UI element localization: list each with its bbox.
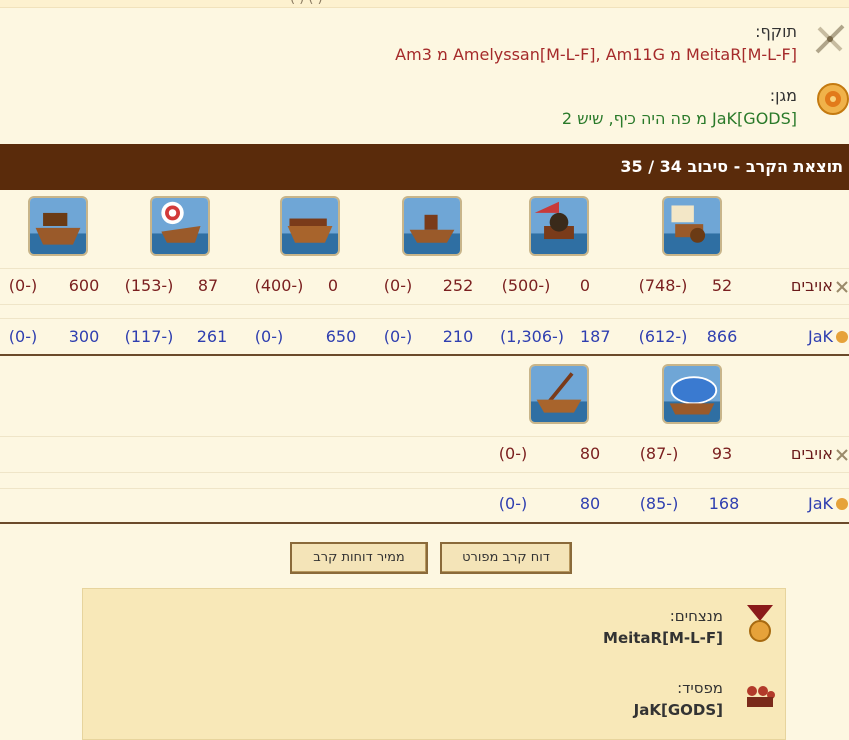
enemy-gunner-loss: (748-): [638, 276, 688, 295]
my-catapult-value: 210: [442, 327, 474, 346]
gunner-unit-icon: [662, 196, 722, 256]
winners-value: MeitaR[M-L-F]: [603, 629, 723, 647]
detailed-report-button[interactable]: דוח קרב מפורט: [440, 542, 572, 574]
my-catapult-loss: (0-): [383, 327, 413, 346]
enemy-ram-loss: (400-): [254, 276, 304, 295]
my-paddle-loss: (85-): [639, 494, 679, 513]
swords-small-icon: [836, 281, 848, 293]
enemy-catapult-loss: (0-): [383, 276, 413, 295]
swords-small-icon: [836, 449, 848, 461]
my-crane-value: 80: [579, 494, 601, 513]
defeated-soldiers-icon: [747, 686, 775, 707]
my-gunner-value: 866: [706, 327, 738, 346]
mortar-unit-icon: [529, 196, 589, 256]
crossbow-ship-unit-icon: [28, 196, 88, 256]
enemy-ballista-value: 87: [197, 276, 219, 295]
enemy-paddle-loss: (87-): [639, 444, 679, 463]
coin-small-icon: [836, 498, 848, 510]
my-paddle-value: 168: [708, 494, 740, 513]
my-mortar-value: 187: [580, 327, 611, 346]
ram-ship-unit-icon: [280, 196, 340, 256]
enemy-row-label-2: אויבים: [790, 444, 833, 463]
enemy-mortar-value: 0: [579, 276, 591, 295]
top-cut-text: ( ) ( ): [290, 0, 323, 6]
shield-icon: [817, 83, 849, 115]
divider: [0, 354, 849, 356]
my-crane-loss: (0-): [498, 494, 528, 513]
my-crossbow-value: 300: [68, 327, 100, 346]
enemy-row-label-1: אויבים: [790, 276, 833, 295]
divider-light: [0, 318, 849, 319]
coin-small-icon: [836, 331, 848, 343]
enemy-crane-loss: (0-): [498, 444, 528, 463]
divider-light: [0, 488, 849, 489]
defender-block: מגן: JaK[GODS] מ פה היה כיף, שיש 2: [562, 86, 797, 128]
my-ballista-value: 261: [196, 327, 228, 346]
battle-result-bar: תוצאת הקרב - סיבוב 34 / 35: [0, 144, 849, 190]
paddle-ship-unit-icon: [662, 364, 722, 424]
ballista-ship-unit-icon: [150, 196, 210, 256]
top-cut-bar: ( ) ( ): [0, 0, 849, 8]
defender-text: JaK[GODS] מ פה היה כיף, שיש 2: [561, 109, 797, 128]
attacker-block: תוקף: MeitaR[M-L-F] מ Amelyssan[M-L-F], …: [395, 22, 797, 64]
my-ram-loss: (0-): [254, 327, 284, 346]
enemy-catapult-value: 252: [442, 276, 474, 295]
my-gunner-loss: (612-): [638, 327, 688, 346]
divider-light: [0, 436, 849, 437]
my-row-label-1: JaK: [807, 327, 833, 346]
summary-panel: מנצחים: MeitaR[M-L-F] מפסיד: JaK[GODS]: [82, 588, 786, 740]
divider-light: [0, 268, 849, 269]
enemy-ballista-loss: (153-): [124, 276, 174, 295]
divider-light: [0, 304, 849, 305]
enemy-ram-value: 0: [327, 276, 339, 295]
divider: [0, 522, 849, 524]
enemy-crossbow-value: 600: [68, 276, 100, 295]
my-ballista-loss: (117-): [124, 327, 174, 346]
enemy-gunner-value: 52: [711, 276, 733, 295]
my-ram-value: 650: [325, 327, 357, 346]
enemy-crossbow-loss: (0-): [8, 276, 38, 295]
report-converter-button[interactable]: ממיר דוחות קרב: [290, 542, 428, 574]
enemy-crane-value: 80: [579, 444, 601, 463]
losers-value: JaK[GODS]: [633, 701, 723, 719]
crane-ship-unit-icon: [529, 364, 589, 424]
my-crossbow-loss: (0-): [8, 327, 38, 346]
losers-label: מפסיד:: [677, 679, 723, 697]
catapult-ship-unit-icon: [402, 196, 462, 256]
swords-icon: [815, 24, 845, 54]
defender-label: מגן:: [769, 86, 797, 105]
my-mortar-loss: (1,306-): [499, 327, 565, 346]
my-row-label-2: JaK: [807, 494, 833, 513]
divider-light: [0, 472, 849, 473]
enemy-paddle-value: 93: [711, 444, 733, 463]
winners-label: מנצחים:: [669, 607, 723, 625]
attacker-text: MeitaR[M-L-F] מ Amelyssan[M-L-F], Am11G …: [395, 45, 797, 64]
enemy-mortar-loss: (500-): [501, 276, 551, 295]
attacker-label: תוקף:: [755, 22, 797, 41]
medal-icon: [747, 605, 773, 642]
